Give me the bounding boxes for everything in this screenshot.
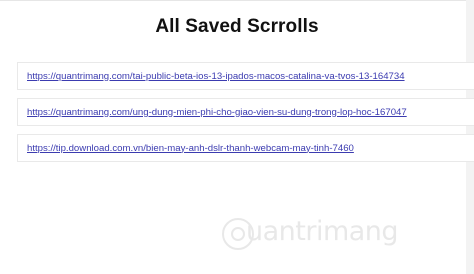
saved-scrolls-list: https://quantrimang.com/tai-public-beta-… <box>17 62 474 170</box>
page-title: All Saved Scrrolls <box>155 16 319 37</box>
list-item: https://quantrimang.com/ung-dung-mien-ph… <box>17 98 474 126</box>
saved-scroll-link[interactable]: https://tip.download.com.vn/bien-may-anh… <box>27 143 354 154</box>
list-item: https://tip.download.com.vn/bien-may-anh… <box>17 134 474 162</box>
list-item: https://quantrimang.com/tai-public-beta-… <box>17 62 474 90</box>
saved-scroll-link[interactable]: https://quantrimang.com/tai-public-beta-… <box>27 71 405 82</box>
watermark: uantrimang <box>222 214 422 258</box>
window-top-border <box>0 0 474 1</box>
watermark-text: uantrimang <box>246 216 399 247</box>
saved-scroll-link[interactable]: https://quantrimang.com/ung-dung-mien-ph… <box>27 107 407 118</box>
